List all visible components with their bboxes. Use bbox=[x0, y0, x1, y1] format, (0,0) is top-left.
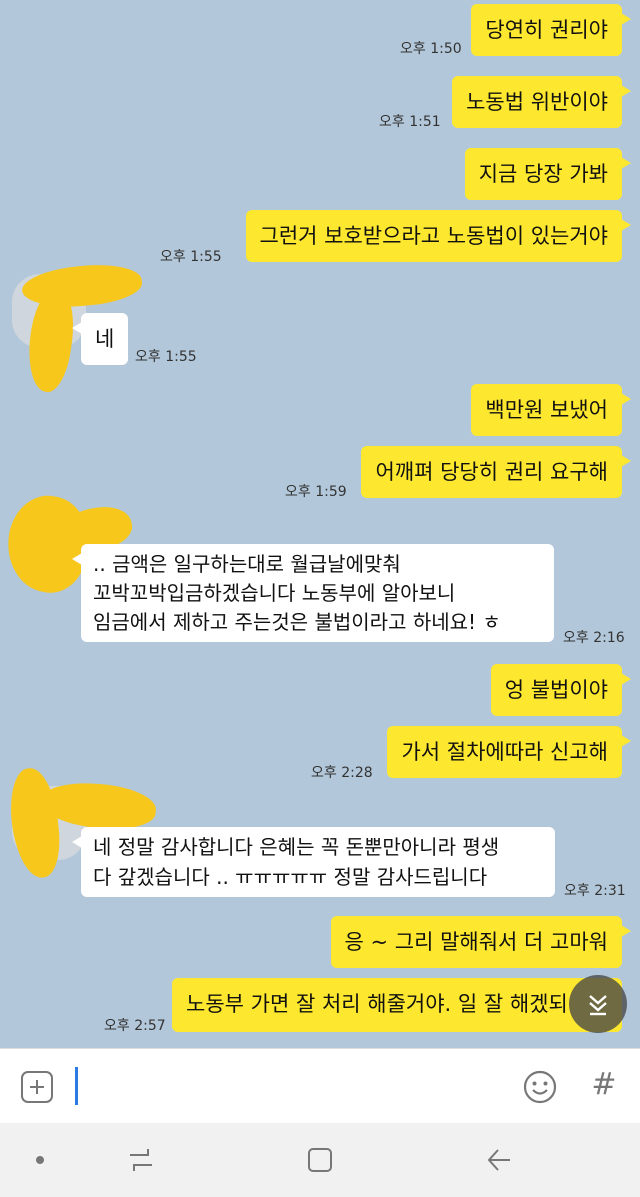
message-text: 노동부 가면 잘 처리 해줄거야. 일 잘 해겠되 bbox=[186, 992, 568, 1016]
message-time: 오후 1:55 bbox=[160, 249, 222, 265]
message-time: 오후 2:57 bbox=[104, 1018, 166, 1034]
received-message[interactable]: 네 정말 감사합니다 은혜는 꼭 돈뿐만아니라 평생 다 갚겠습니다 .. ㅠㅠ… bbox=[72, 827, 555, 897]
message-text: 백만원 보냈어 bbox=[485, 398, 608, 422]
message-text: 네 정말 감사합니다 은혜는 꼭 돈뿐만아니라 평생 다 갚겠습니다 .. ㅠㅠ… bbox=[93, 835, 500, 889]
message-text: 그런거 보호받으라고 노동법이 있는거야 bbox=[259, 224, 608, 248]
message-time: 오후 1:51 bbox=[379, 114, 441, 130]
back-icon[interactable] bbox=[484, 1145, 514, 1175]
message-time: 오후 2:31 bbox=[564, 883, 626, 899]
sent-message[interactable]: 노동부 가면 잘 처리 해줄거야. 일 잘 해겠되 bbox=[172, 978, 622, 1032]
sent-message[interactable]: 백만원 보냈어 bbox=[471, 384, 631, 436]
hash-button[interactable]: # bbox=[588, 1065, 620, 1105]
message-input[interactable] bbox=[70, 1059, 500, 1115]
message-text: 지금 당장 가봐 bbox=[478, 162, 608, 186]
plus-icon bbox=[30, 1080, 44, 1094]
emoji-icon bbox=[523, 1070, 557, 1104]
message-text: 가서 절차에따라 신고해 bbox=[401, 740, 608, 764]
message-text: 노동법 위반이야 bbox=[466, 90, 608, 114]
recent-apps-icon[interactable] bbox=[126, 1145, 156, 1175]
text-caret bbox=[75, 1067, 78, 1105]
message-time: 오후 2:28 bbox=[311, 765, 373, 781]
sent-message[interactable]: 지금 당장 가봐 bbox=[464, 148, 632, 200]
sent-message[interactable]: 어깨펴 당당히 권리 요구해 bbox=[361, 446, 631, 498]
received-message[interactable]: 네 bbox=[71, 313, 129, 365]
scroll-to-bottom-button[interactable] bbox=[569, 975, 627, 1033]
hash-icon: # bbox=[591, 1067, 617, 1102]
message-text: 응 ~ 그리 말해줘서 더 고마워 bbox=[344, 930, 609, 954]
received-message[interactable]: .. 금액은 일구하는대로 월급날에맞춰 꼬박꼬박입금하겠습니다 노동부에 알아… bbox=[72, 544, 554, 642]
avatar-redaction bbox=[6, 765, 64, 881]
double-chevron-down-icon bbox=[589, 995, 607, 1016]
message-text: 당연히 권리야 bbox=[485, 18, 608, 42]
message-time: 오후 1:55 bbox=[135, 349, 197, 365]
message-time: 오후 2:16 bbox=[563, 630, 625, 646]
sent-message[interactable]: 엉 불법이야 bbox=[490, 664, 632, 716]
sent-message[interactable]: 그런거 보호받으라고 노동법이 있는거야 bbox=[245, 210, 632, 262]
dot-icon[interactable] bbox=[34, 1154, 46, 1166]
message-input-bar: # bbox=[0, 1048, 640, 1124]
message-text: 어깨펴 당당히 권리 요구해 bbox=[375, 460, 608, 484]
message-time: 오후 1:59 bbox=[285, 484, 347, 500]
sent-message[interactable]: 응 ~ 그리 말해줘서 더 고마워 bbox=[330, 916, 631, 968]
message-text: .. 금액은 일구하는대로 월급날에맞춰 꼬박꼬박입금하겠습니다 노동부에 알아… bbox=[93, 552, 501, 634]
chat-area[interactable]: 당연히 권리야 오후 1:50 노동법 위반이야 오후 1:51 지금 당장 가… bbox=[0, 0, 640, 1048]
attach-button[interactable] bbox=[21, 1071, 53, 1103]
sent-message[interactable]: 노동법 위반이야 bbox=[452, 76, 631, 128]
sent-message[interactable]: 당연히 권리야 bbox=[471, 4, 631, 56]
emoji-button[interactable] bbox=[522, 1069, 558, 1105]
message-text: 네 bbox=[95, 327, 115, 351]
home-icon[interactable] bbox=[305, 1145, 335, 1175]
message-time: 오후 1:50 bbox=[400, 41, 462, 57]
system-navigation-bar bbox=[0, 1123, 640, 1197]
message-text: 엉 불법이야 bbox=[504, 678, 608, 702]
sent-message[interactable]: 가서 절차에따라 신고해 bbox=[387, 726, 631, 778]
